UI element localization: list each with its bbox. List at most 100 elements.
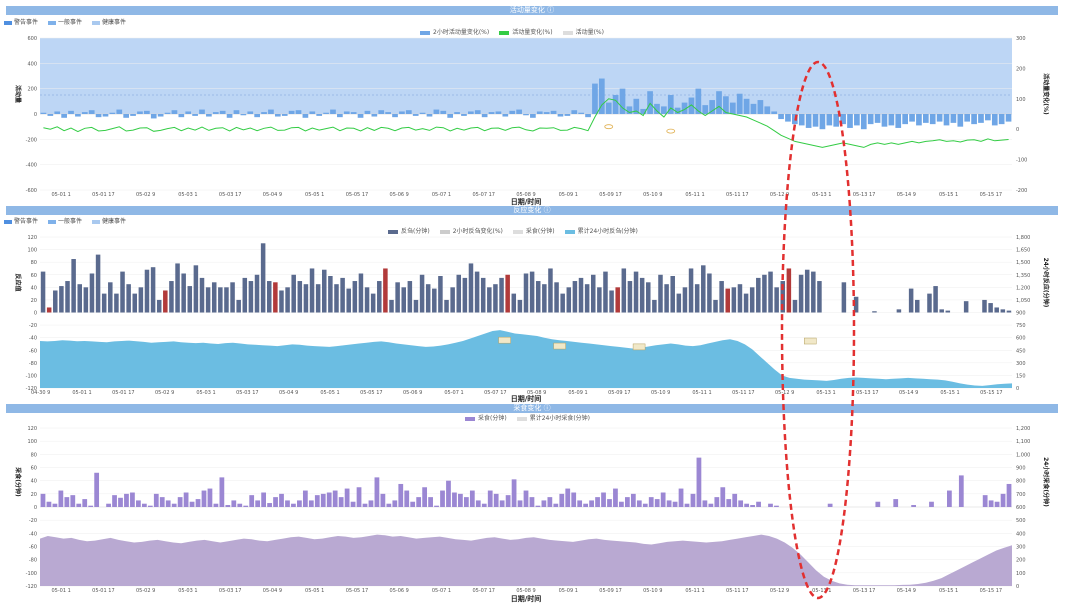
y-axis-title: 活动量 xyxy=(14,85,22,103)
y2-tick-label: 1,000 xyxy=(1016,452,1030,458)
y-axis-title: 采食(分钟) xyxy=(14,467,22,497)
activity-bar xyxy=(206,114,212,117)
rumination-area xyxy=(40,330,1012,388)
event-legend-item[interactable]: 健康事件 xyxy=(92,17,126,26)
y2-tick-label: 1,650 xyxy=(1016,248,1030,254)
event-legend-item[interactable]: 健康事件 xyxy=(92,216,126,225)
feeding-bar xyxy=(428,497,433,507)
y2-tick-label: 500 xyxy=(1016,518,1026,524)
feeding-bar xyxy=(756,501,761,507)
feeding-bar xyxy=(1006,483,1012,507)
legend-label: 反刍(分钟) xyxy=(401,228,430,235)
legend-swatch xyxy=(92,219,101,224)
x-tick-label: 05-12 9 xyxy=(770,588,789,594)
y2-tick-label: 1,100 xyxy=(1016,439,1030,445)
x-tick-label: 05-05 17 xyxy=(346,588,368,594)
x-axis-title: 日期/时间 xyxy=(511,197,542,206)
feeding-bar xyxy=(308,500,314,507)
rumination-bar xyxy=(609,290,614,313)
series-legend-item[interactable]: 反刍(分钟) xyxy=(388,226,430,235)
rumination-bar xyxy=(1006,310,1012,313)
legend-swatch xyxy=(562,30,573,35)
activity-bar xyxy=(854,114,860,126)
series-legend-item[interactable]: 采食(分钟) xyxy=(465,413,507,422)
x-tick-label: 05-09 17 xyxy=(599,192,621,198)
activity-bar xyxy=(964,114,971,122)
event-legend-item[interactable]: 一般事件 xyxy=(48,216,82,225)
activity-bar xyxy=(847,114,853,128)
rumination-bar xyxy=(786,268,792,313)
feeding-bar xyxy=(267,503,272,507)
feeding-bar xyxy=(291,503,296,507)
series-legend-item[interactable]: 活动量变化(%) xyxy=(499,27,553,36)
feeding-bar xyxy=(46,501,52,507)
x-tick-label: 05-07 17 xyxy=(472,588,494,594)
activity-series-legend: 2小时活动量变化(%) 活动量变化(%) 活动量(%) xyxy=(420,27,604,36)
y2-tick-label: 900 xyxy=(1016,311,1026,317)
y2-tick-label: 200 xyxy=(1016,558,1026,564)
event-legend-item[interactable]: 警告事件 xyxy=(4,17,38,26)
activity-bar xyxy=(302,114,309,118)
activity-bar xyxy=(612,95,619,114)
activity-bar xyxy=(985,114,991,121)
x-axis-title: 日期/时间 xyxy=(511,594,542,603)
activity-bar xyxy=(426,114,433,117)
y2-tick-label: 400 xyxy=(1016,531,1026,537)
event-legend-item[interactable]: 警告事件 xyxy=(4,216,38,225)
feeding-bar xyxy=(422,487,428,507)
activity-bar xyxy=(123,114,130,118)
activity-bar xyxy=(571,110,578,114)
legend-swatch xyxy=(439,229,450,234)
feeding-bar xyxy=(982,495,988,507)
feeding-bar xyxy=(213,503,219,507)
y-tick-label: -60 xyxy=(29,545,37,551)
activity-bar xyxy=(785,114,791,122)
x-tick-label: 05-11 1 xyxy=(692,390,711,396)
x-tick-label: 05-03 17 xyxy=(219,192,241,198)
x-tick-label: 05-05 1 xyxy=(305,192,324,198)
feeding-bar xyxy=(225,505,231,507)
activity-bar xyxy=(619,88,626,114)
rumination-bar xyxy=(181,273,186,313)
activity-bar xyxy=(468,111,474,114)
activity-bar xyxy=(881,114,888,127)
feeding-bar xyxy=(601,492,606,507)
rumination-bar xyxy=(529,271,535,313)
series-legend-item[interactable]: 采食(分钟) xyxy=(512,226,555,235)
feeding-bar xyxy=(738,500,744,507)
rumination-bar xyxy=(499,277,504,313)
series-legend-item[interactable]: 累计24小时反刍(分钟) xyxy=(564,226,638,235)
event-legend-item[interactable]: 一般事件 xyxy=(48,17,82,26)
activity-bar xyxy=(357,114,364,118)
rumination-bar xyxy=(77,284,82,313)
activity-bar xyxy=(516,109,522,114)
feeding-bar xyxy=(356,487,362,507)
activity-bar xyxy=(909,114,915,122)
activity-bar xyxy=(936,114,943,122)
rumination-bar xyxy=(713,299,718,313)
y-tick-label: 400 xyxy=(27,61,37,67)
rumination-bar xyxy=(548,268,553,313)
legend-label: 健康事件 xyxy=(102,218,127,225)
series-legend-item[interactable]: 2小时反刍变化(%) xyxy=(439,226,503,235)
feeding-bar xyxy=(237,503,243,507)
feeding-bar xyxy=(559,493,565,507)
series-legend-item[interactable]: 2小时活动量变化(%) xyxy=(420,27,489,36)
rumination-bar xyxy=(407,281,413,313)
y-tick-label: -20 xyxy=(29,323,37,329)
activity-bar xyxy=(716,91,722,114)
legend-label: 累计24小时反刍(分钟) xyxy=(577,228,638,235)
rumination-bar xyxy=(603,271,608,313)
activity-bar xyxy=(433,109,440,114)
activity-bar xyxy=(371,114,378,117)
activity-bar xyxy=(144,110,150,114)
series-legend-item[interactable]: 活动量(%) xyxy=(562,27,604,36)
feeding-bar xyxy=(475,500,481,507)
series-legend-item[interactable]: 累计24小时采食(分钟) xyxy=(516,413,590,422)
feeding-bar xyxy=(714,497,720,507)
activity-bar xyxy=(592,83,598,114)
rumination-bar xyxy=(590,274,596,313)
activity-bar xyxy=(805,114,812,128)
x-tick-label: 05-08 9 xyxy=(516,192,535,198)
y-tick-label: -400 xyxy=(26,163,37,169)
